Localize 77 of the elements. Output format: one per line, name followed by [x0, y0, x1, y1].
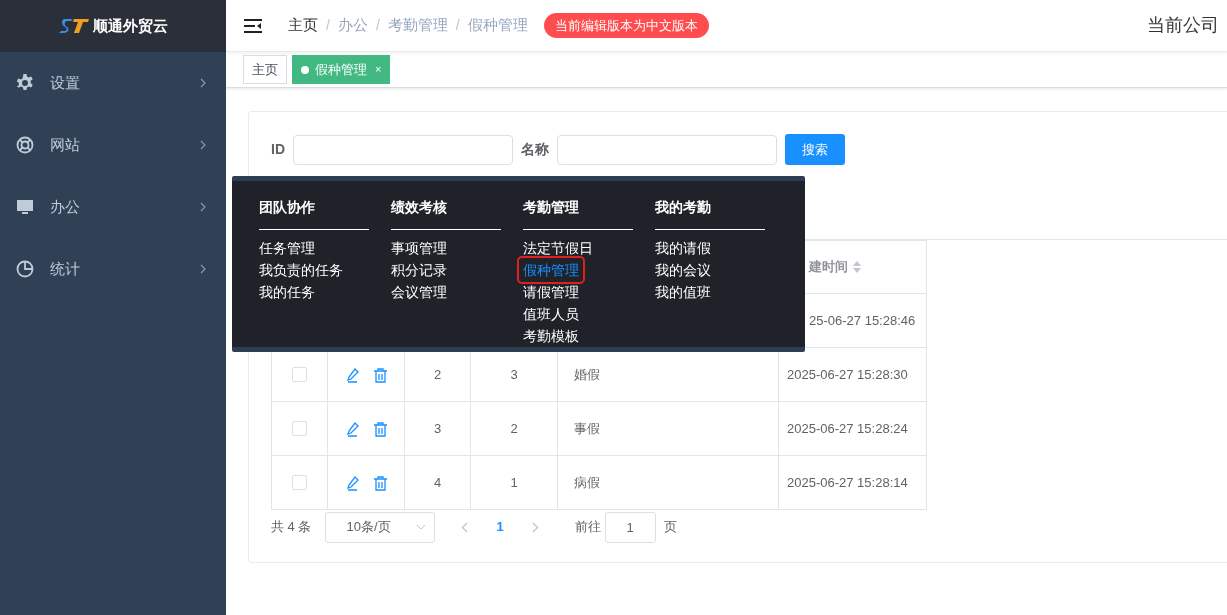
page-unit: 页 — [663, 518, 677, 537]
menu-item[interactable]: 我负责的任务 — [259, 259, 343, 281]
chevron-icon — [200, 264, 206, 274]
page-input[interactable]: 1 — [604, 511, 656, 543]
menu-item[interactable]: 考勤模板 — [523, 325, 579, 347]
chevron-icon — [200, 78, 206, 88]
chevron-icon — [200, 202, 206, 212]
row-checkbox[interactable] — [292, 367, 307, 382]
breadcrumb-separator: / — [375, 16, 380, 35]
prev-page-icon[interactable] — [461, 521, 469, 533]
menu-heading: 团队协作 — [259, 197, 369, 230]
table-cell: 2025-06-27 15:28:14 — [787, 474, 908, 490]
menu-item[interactable]: 假种管理 — [520, 259, 582, 281]
version-badge: 当前编辑版本为中文版本 — [543, 12, 709, 39]
page-size-select[interactable]: 10条/页 — [325, 511, 436, 543]
company-label: 当前公司 — [1147, 14, 1219, 37]
menu-item[interactable]: 请假管理 — [523, 281, 579, 303]
sidebar-item[interactable]: 办公 — [0, 176, 226, 238]
table-cell: 4 — [433, 474, 442, 490]
table-cell: 2 — [510, 420, 518, 436]
table-cell: 病假 — [574, 474, 600, 490]
menu-icon[interactable] — [244, 17, 262, 34]
breadcrumb-item: 假种管理 — [467, 15, 528, 36]
breadcrumb-item[interactable]: 主页 — [288, 14, 318, 37]
delete-icon[interactable] — [373, 475, 387, 491]
table-cell: 婚假 — [574, 366, 600, 382]
logo-text: 顺通外贸云 — [92, 15, 168, 36]
total-count: 共 4 条 — [271, 518, 312, 537]
dot-icon — [301, 65, 309, 74]
delete-icon[interactable] — [373, 421, 387, 437]
edit-icon[interactable] — [345, 421, 360, 437]
table-cell: 事假 — [574, 420, 600, 436]
menu-item[interactable]: 我的任务 — [259, 281, 315, 303]
monitor-icon — [16, 198, 34, 216]
edit-icon[interactable] — [345, 367, 360, 383]
lifebuoy-icon — [16, 136, 34, 154]
sidebar-item[interactable]: 网站 — [0, 114, 226, 176]
field-label: 名称 — [521, 140, 549, 159]
menu-item[interactable]: 事项管理 — [391, 237, 447, 259]
breadcrumb-separator: / — [326, 16, 330, 35]
row-checkbox[interactable] — [292, 475, 307, 490]
menu-item[interactable]: 任务管理 — [259, 237, 315, 259]
sidebar-item[interactable]: 设置 — [0, 52, 226, 114]
menu-item[interactable]: 积分记录 — [391, 259, 447, 281]
tab[interactable]: 主页 — [243, 55, 287, 84]
chevron-icon — [200, 140, 206, 150]
settings-icon — [16, 74, 34, 92]
table-cell: 1 — [510, 474, 518, 490]
table-cell: 2025-06-27 15:28:30 — [787, 366, 908, 382]
menu-heading: 我的考勤 — [655, 197, 765, 230]
table-cell: 2 — [433, 366, 442, 382]
menu-heading: 绩效考核 — [391, 197, 501, 230]
pie-chart-icon — [16, 260, 34, 278]
goto-label: 前往 — [574, 518, 601, 537]
input-field[interactable] — [293, 134, 513, 165]
menu-heading: 考勤管理 — [523, 197, 633, 230]
row-checkbox[interactable] — [292, 421, 307, 436]
menu-item[interactable]: 我的会议 — [655, 259, 711, 281]
menu-item[interactable]: 我的值班 — [655, 281, 711, 303]
sidebar-item[interactable]: 统计 — [0, 238, 226, 300]
caret-icon — [416, 524, 427, 530]
menu-item[interactable]: 值班人员 — [523, 303, 579, 325]
table-cell: 2025-06-27 15:28:24 — [787, 420, 908, 436]
logo-icon — [58, 18, 89, 34]
next-page-icon[interactable] — [531, 521, 539, 533]
breadcrumb-separator: / — [455, 16, 460, 35]
edit-icon[interactable] — [345, 475, 360, 491]
sort-icon[interactable] — [852, 260, 862, 274]
delete-icon[interactable] — [373, 367, 387, 383]
input-field[interactable] — [557, 134, 777, 165]
table-cell: 3 — [510, 366, 518, 382]
field-label: ID — [271, 140, 285, 159]
menu-item[interactable]: 会议管理 — [391, 281, 447, 303]
table-cell: 3 — [433, 420, 442, 436]
table-cell: 25-06-27 15:28:46 — [809, 312, 916, 328]
menu-item[interactable]: 我的请假 — [655, 237, 711, 259]
menu-item[interactable]: 法定节假日 — [523, 237, 593, 259]
